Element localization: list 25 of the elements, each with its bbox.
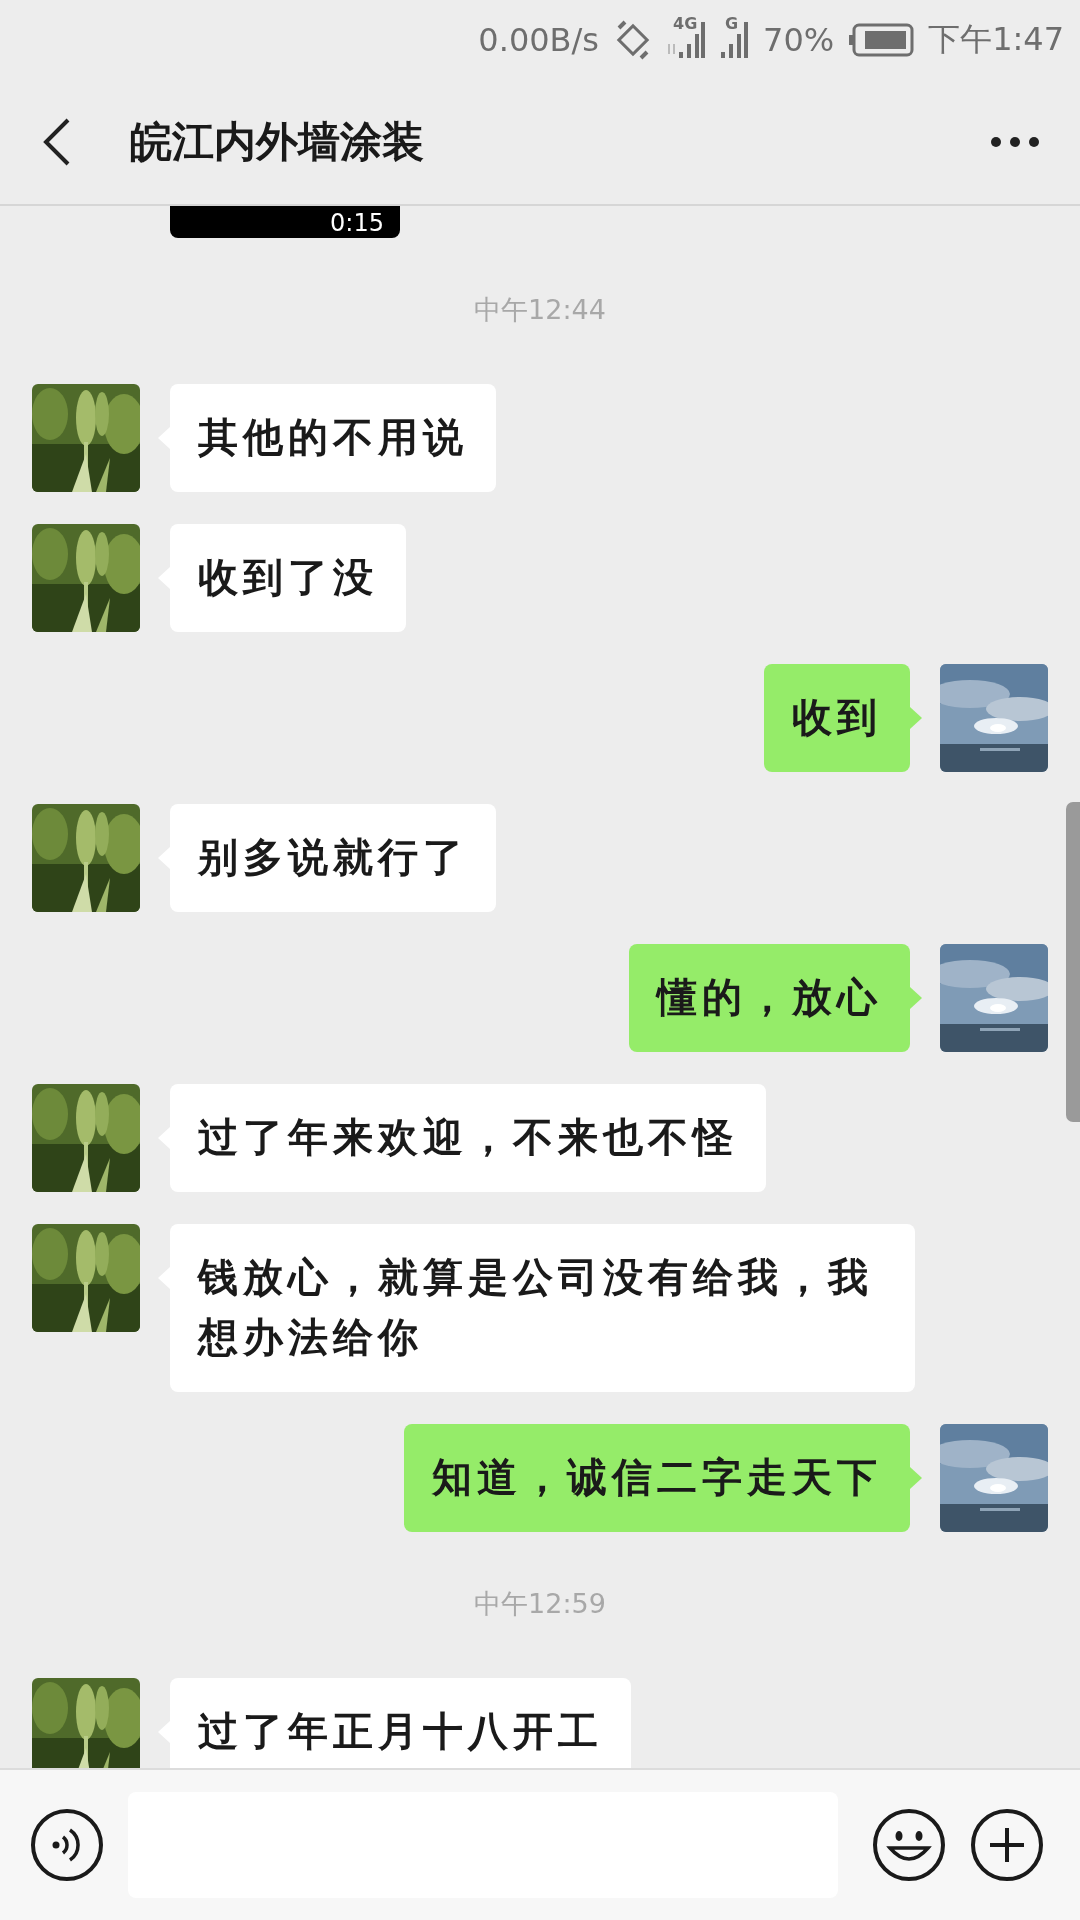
network-speed: 0.00B/s xyxy=(478,21,599,59)
bubble-tail xyxy=(910,987,922,1009)
message-bubble: 懂的，放心 xyxy=(629,944,910,1052)
voice-icon[interactable] xyxy=(30,1808,104,1882)
video-message[interactable]: 0:15 xyxy=(170,206,400,238)
scrollbar[interactable] xyxy=(1066,802,1080,1122)
timestamp: 中午12:59 xyxy=(474,1587,606,1621)
battery-icon xyxy=(848,23,915,57)
emoji-icon[interactable] xyxy=(872,1808,946,1882)
message-bubble: 其他的不用说 xyxy=(170,384,496,492)
bubble-tail xyxy=(910,1467,922,1489)
message-bubble: 知道，诚信二字走天下 xyxy=(404,1424,910,1532)
message-bubble: 别多说就行了 xyxy=(170,804,496,912)
more-icon[interactable] xyxy=(990,136,1040,148)
bubble-tail xyxy=(910,707,922,729)
message-bubble: 过了年来欢迎，不来也不怪 xyxy=(170,1084,766,1192)
chat-title: 皖江内外墙涂装 xyxy=(130,118,425,167)
battery-percent: 70% xyxy=(763,21,835,59)
timestamp: 中午12:44 xyxy=(474,293,606,327)
message-bubble: 收到 xyxy=(764,664,910,772)
message-bubble: 收到了没 xyxy=(170,524,406,632)
message-bubble: 钱放心，就算是公司没有给我，我想办法给你 xyxy=(170,1224,915,1392)
add-icon[interactable] xyxy=(970,1808,1044,1882)
message-bubble: 过了年正月十八开工 xyxy=(170,1678,631,1768)
clock: 下午1:47 xyxy=(928,19,1064,60)
